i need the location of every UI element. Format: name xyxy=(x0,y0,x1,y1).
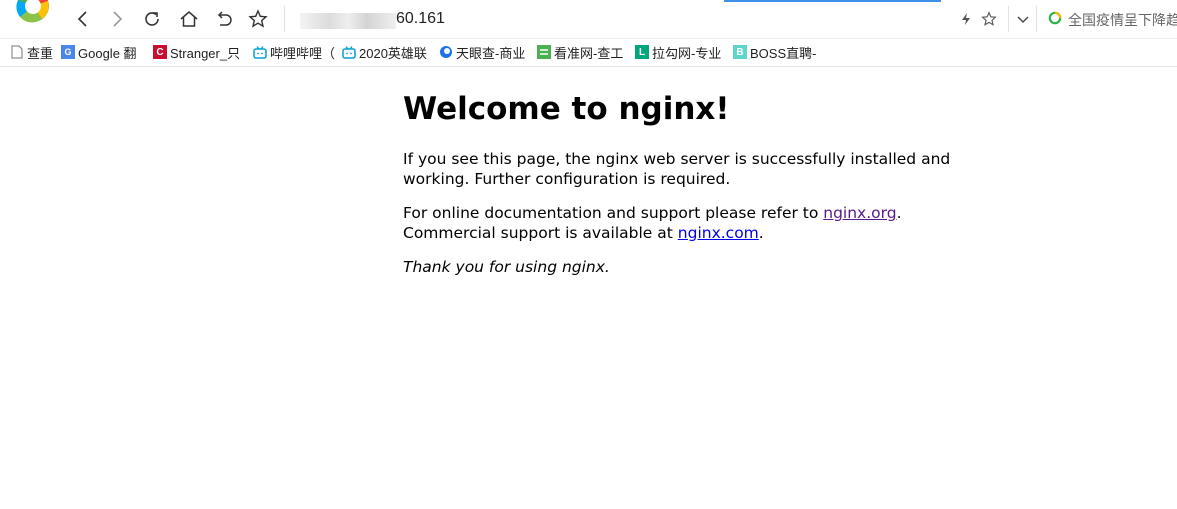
bookmark-label: 拉勾网-专业 xyxy=(652,45,722,61)
bilibili-icon xyxy=(253,45,267,59)
commercial-period: . xyxy=(758,223,764,242)
bookmark-label: Stranger_只 xyxy=(170,45,241,61)
back-icon xyxy=(77,11,87,27)
bookmark-label: 天眼查-商业 xyxy=(456,45,526,61)
docs-text: For online documentation and support ple… xyxy=(403,204,824,222)
speed-mode-icon[interactable] xyxy=(957,10,975,28)
forward-icon xyxy=(113,11,123,27)
undo-close-button[interactable] xyxy=(213,8,235,30)
toolbar-divider xyxy=(284,6,285,32)
search-icon xyxy=(1048,11,1062,25)
forward-button[interactable] xyxy=(106,8,128,30)
address-text[interactable]: 60.161 xyxy=(396,10,445,28)
bilibili-icon xyxy=(342,45,356,59)
google-translate-icon: G xyxy=(61,45,75,59)
dropdown-chevron-icon[interactable] xyxy=(1014,10,1032,28)
bookmark-label: 哔哩哔哩（ xyxy=(270,45,336,61)
address-redacted xyxy=(300,13,396,29)
commercial-text: Commercial support is available at xyxy=(403,223,678,242)
bookmark-label: 2020英雄联 xyxy=(359,45,427,61)
nginx-com-link[interactable]: nginx.com xyxy=(678,224,759,242)
undo-icon xyxy=(217,11,232,26)
bookmark-item[interactable]: C Stranger_只 xyxy=(153,43,240,61)
browser-logo-icon[interactable] xyxy=(12,0,54,28)
page-title: Welcome to nginx! xyxy=(403,91,730,127)
back-button[interactable] xyxy=(72,8,94,30)
browser-toolbar: 60.161 全国疫情呈下降趋 xyxy=(0,0,1177,39)
docs-paragraph: For online documentation and support ple… xyxy=(403,204,963,243)
bookmark-label: 看准网-查工 xyxy=(554,45,624,61)
reload-button[interactable] xyxy=(141,8,163,30)
nginx-org-link[interactable]: nginx.org xyxy=(823,204,896,222)
bookmark-label: Google 翻 xyxy=(78,45,137,61)
home-icon xyxy=(180,11,198,27)
bookmark-item[interactable]: 看准网-查工 xyxy=(537,43,623,61)
bookmark-star-icon[interactable] xyxy=(980,10,998,28)
home-button[interactable] xyxy=(178,8,200,30)
bookmark-item[interactable]: G Google 翻 xyxy=(61,43,137,61)
toolbar-divider xyxy=(1008,6,1009,32)
bookmark-label: BOSS直聘- xyxy=(750,45,817,61)
bookmark-item[interactable]: 天眼查-商业 xyxy=(439,43,525,61)
bookmark-item[interactable]: 查重 xyxy=(10,43,53,61)
page-icon xyxy=(10,45,24,59)
page-content: Welcome to nginx! If you see this page, … xyxy=(403,90,963,276)
bookmark-item[interactable]: 2020英雄联 xyxy=(342,43,427,61)
kanzhun-icon xyxy=(537,45,551,59)
reload-icon xyxy=(145,12,159,26)
lagou-icon: L xyxy=(635,45,649,59)
bookmark-item[interactable]: B BOSS直聘- xyxy=(733,43,816,61)
intro-paragraph: If you see this page, the nginx web serv… xyxy=(403,150,951,188)
docs-period: . xyxy=(896,204,902,222)
favorite-button[interactable] xyxy=(247,8,269,30)
bookmark-item[interactable]: 哔哩哔哩（ xyxy=(253,43,335,61)
bookmark-item[interactable]: L 拉勾网-专业 xyxy=(635,43,721,61)
search-hint-text[interactable]: 全国疫情呈下降趋 xyxy=(1068,10,1177,30)
star-icon xyxy=(248,9,268,28)
bookmarks-bar: 查重 G Google 翻 C Stranger_只 哔哩哔哩（ 2020英雄联… xyxy=(0,39,1177,67)
csdn-icon: C xyxy=(153,45,167,59)
tianyancha-icon xyxy=(439,45,453,59)
load-progress-bar xyxy=(724,0,941,2)
boss-icon: B xyxy=(733,45,747,59)
address-bar[interactable]: 60.161 xyxy=(286,0,997,38)
bookmark-label: 查重 xyxy=(27,45,54,61)
search-box[interactable]: 全国疫情呈下降趋 xyxy=(1036,0,1177,38)
thanks-text: Thank you for using nginx. xyxy=(403,258,610,276)
